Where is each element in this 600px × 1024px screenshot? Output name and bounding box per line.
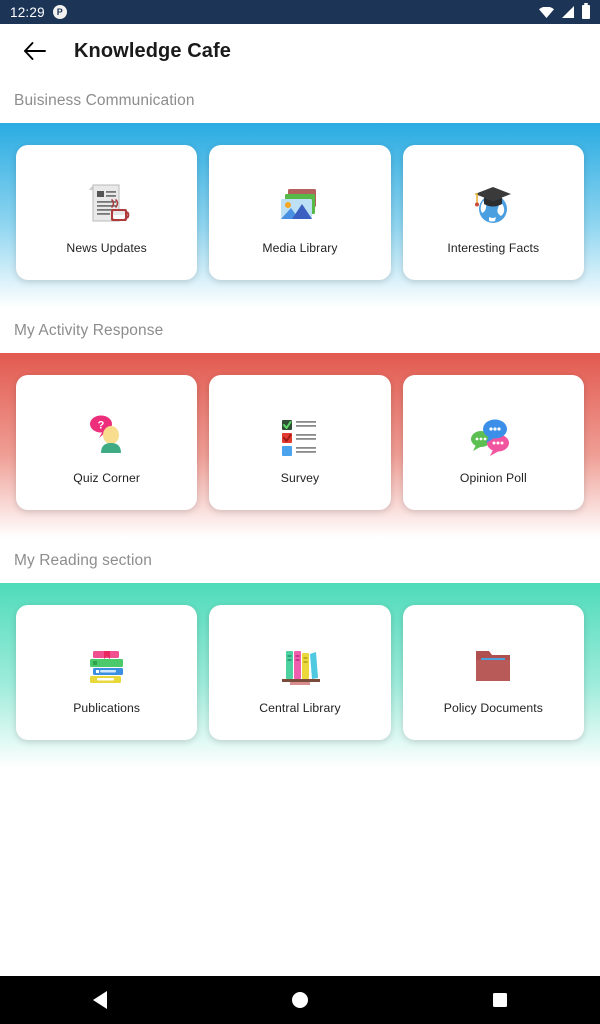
globe-graduation-cap-icon <box>467 171 519 227</box>
section-title-business: Buisiness Communication <box>0 78 600 123</box>
card-interesting-facts[interactable]: Interesting Facts <box>402 145 584 280</box>
status-bar-right <box>539 3 590 19</box>
card-opinion-poll[interactable]: Opinion Poll <box>402 375 584 510</box>
battery-icon <box>582 3 590 19</box>
card-row-activity: ? Quiz Corner Survey Opinion Poll <box>0 375 600 510</box>
wifi-icon <box>539 6 554 18</box>
status-bar-left: 12:29 P <box>10 5 67 20</box>
card-publications[interactable]: Publications <box>16 605 198 740</box>
bookshelf-icon <box>274 631 326 687</box>
card-row-reading: Publications Central Library Policy Docu… <box>0 605 600 740</box>
app-notification-icon: P <box>52 5 67 19</box>
signal-icon <box>562 6 574 18</box>
svg-text:?: ? <box>97 419 104 431</box>
section-band-activity: ? Quiz Corner Survey Opinion Poll <box>0 353 600 538</box>
status-time: 12:29 <box>10 4 45 20</box>
card-news-updates[interactable]: News Updates <box>16 145 198 280</box>
card-label: Publications <box>73 700 141 715</box>
android-nav-bar <box>0 976 600 1024</box>
card-survey[interactable]: Survey <box>209 375 391 510</box>
book-stack-icon <box>81 631 133 687</box>
card-label: Opinion Poll <box>459 470 527 485</box>
section-band-reading: Publications Central Library Policy Docu… <box>0 583 600 768</box>
back-arrow-icon[interactable] <box>22 38 48 64</box>
nav-recents-icon[interactable] <box>493 993 508 1007</box>
app-bar: Knowledge Cafe <box>0 24 600 78</box>
app-root: 12:29 P Knowledge Cafe Buisiness Communi… <box>0 0 600 1024</box>
newspaper-coffee-icon <box>81 171 133 227</box>
card-central-library[interactable]: Central Library <box>209 605 391 740</box>
card-label: News Updates <box>66 240 147 255</box>
card-media-library[interactable]: Media Library <box>209 145 391 280</box>
section-title-activity: My Activity Response <box>0 308 600 353</box>
card-label: Quiz Corner <box>73 470 141 485</box>
card-label: Interesting Facts <box>447 240 540 255</box>
person-question-bubble-icon: ? <box>81 401 133 457</box>
card-label: Media Library <box>262 240 338 255</box>
speech-bubbles-icon <box>467 401 519 457</box>
nav-back-icon[interactable] <box>92 991 107 1009</box>
status-bar: 12:29 P <box>0 0 600 24</box>
nav-home-icon[interactable] <box>291 992 308 1008</box>
card-quiz-corner[interactable]: ? Quiz Corner <box>16 375 198 510</box>
section-title-reading: My Reading section <box>0 538 600 583</box>
card-label: Survey <box>280 470 320 485</box>
photo-stack-icon <box>274 171 326 227</box>
card-policy-documents[interactable]: Policy Documents <box>402 605 584 740</box>
page-title: Knowledge Cafe <box>74 39 231 62</box>
card-label: Central Library <box>259 700 341 715</box>
card-label: Policy Documents <box>443 700 543 715</box>
section-band-business: News Updates Media Library Interesting F… <box>0 123 600 308</box>
folder-documents-icon <box>467 631 519 687</box>
card-row-business: News Updates Media Library Interesting F… <box>0 145 600 280</box>
checklist-icon <box>274 401 326 457</box>
